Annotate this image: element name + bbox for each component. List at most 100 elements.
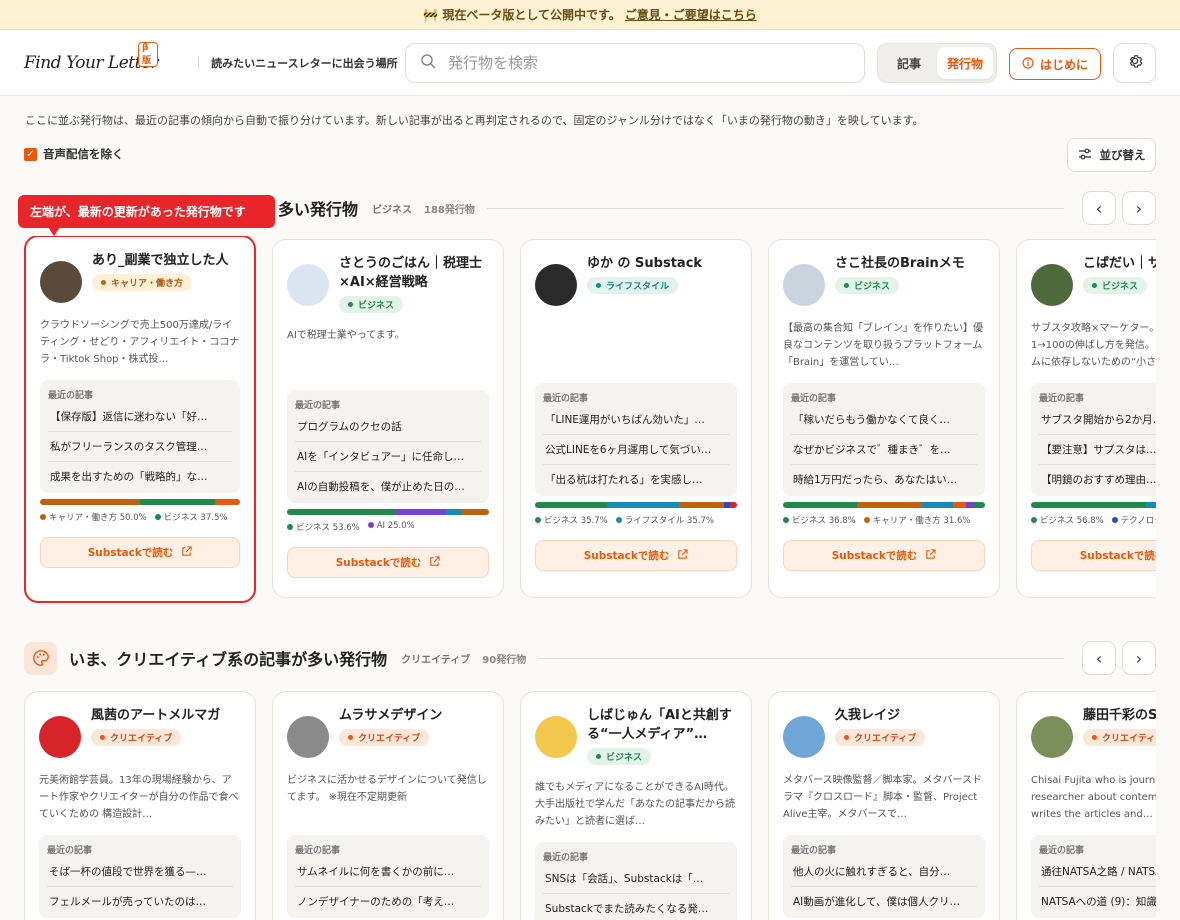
recent-article-link[interactable]: 「出る杭は打たれる」を実感し…: [543, 464, 729, 494]
recent-article-link[interactable]: 公式LINEを6ヶ月運用して気づい…: [543, 434, 729, 464]
read-on-substack-button[interactable]: Substackで読む: [783, 540, 985, 571]
legend-dot: [1111, 517, 1118, 523]
recent-article-link[interactable]: なぜかビジネスで゛種まき゛を…: [791, 434, 977, 464]
legend-item: テクノロジー: [1111, 514, 1156, 526]
recent-article-link[interactable]: 【保存版】返信に迷わない「好…: [48, 401, 232, 431]
publication-name[interactable]: あり_副業で独立した人: [92, 251, 229, 270]
card-header: こばだい｜サブスタ攻略ビジネス: [1031, 254, 1156, 306]
publication-description: メタバース映像監督／脚本家。メタバースドラマ『クロスロード』脚本・監督、Proj…: [783, 775, 982, 820]
recent-article-link[interactable]: フェルメールが売っていたのは…: [47, 886, 233, 916]
read-on-substack-button[interactable]: Substackで読む: [535, 540, 737, 571]
genre-breakdown-bar: [40, 499, 240, 505]
section-title: いま、クリエイティブ系の記事が多い発行物: [69, 650, 388, 669]
recent-article-link[interactable]: 通往NATSA之路 / NATSA…: [1039, 856, 1156, 886]
recent-article-link[interactable]: 他人の火に触れすぎると、自分…: [791, 856, 977, 886]
publication-name[interactable]: 藤田千彩のSubstack: [1083, 706, 1156, 725]
tab-publications[interactable]: 発行物: [937, 47, 993, 79]
latest-update-callout: 左端が、最新の更新があった発行物です: [18, 195, 275, 236]
genre-breakdown-segment: [783, 502, 858, 508]
recent-article-link[interactable]: 「稼いだらもう働かなくて良く…: [791, 404, 977, 434]
search-input[interactable]: [448, 54, 850, 72]
recent-article-link[interactable]: NATSAへの道 (9)：知識…: [1039, 886, 1156, 916]
recent-article-link[interactable]: サムネイルに何を書くかの前に…: [295, 856, 481, 886]
publication-card[interactable]: さこ社長のBrainメモ ビジネス 【最高の集合知「ブレイン」を作りたい】優良なコン…: [768, 239, 1000, 598]
publication-card[interactable]: こばだい｜サブスタ攻略ビジネスサブスタ攻略×マーケター。0→1より、1→100の…: [1016, 239, 1156, 598]
recent-article-link[interactable]: 私がフリーランスのタスク管理…: [48, 431, 232, 461]
publication-card[interactable]: 久我レイジ クリエイティブ メタバース映像監督／脚本家。メタバースドラマ『クロスロー…: [768, 691, 1000, 920]
publication-name[interactable]: さこ社長のBrainメモ: [835, 254, 965, 273]
genre-breakdown-segment: [215, 499, 240, 505]
read-on-substack-button[interactable]: Substackで読む: [1031, 540, 1156, 571]
prev-button[interactable]: ‹: [1082, 641, 1116, 675]
getting-started-label: はじめに: [1039, 57, 1088, 72]
genre-breakdown-legend: キャリア・働き方 50.0% ビジネス 37.5%: [40, 511, 240, 523]
recent-article-link[interactable]: サブスタ開始から2か月…: [1039, 404, 1156, 434]
sort-button[interactable]: 並び替え: [1067, 138, 1156, 172]
publication-name[interactable]: ゆか の Substack: [587, 254, 702, 273]
genre-tag: クリエイティブ: [339, 729, 430, 746]
genre-breakdown-segment: [461, 509, 489, 515]
publication-card[interactable]: あり_副業で独立した人 キャリア・働き方 クラウドソーシングで売上500万達成/ライ…: [24, 236, 256, 603]
logo[interactable]: Find Your Letter β版: [24, 41, 159, 73]
sliders-icon: [1078, 148, 1092, 163]
section-genre: ビジネス: [372, 204, 413, 216]
publication-description: 【最高の集合知「ブレイン」を作りたい】優良なコンテンツを取り扱うプラットフォーム…: [783, 323, 983, 368]
recent-article-link[interactable]: そば一杯の値段で世界を獲る—…: [47, 856, 233, 886]
card-header: しばじゅん「AIと共創する“一人メディア”… ビジネス: [535, 706, 737, 765]
publication-name[interactable]: しばじゅん「AIと共創する“一人メディア”…: [587, 706, 737, 744]
publication-card[interactable]: 風茜のアートメルマガ クリエイティブ 元美術館学芸員。13年の現場経験から、アート作…: [24, 691, 256, 920]
legend-dot: [367, 522, 374, 528]
getting-started-button[interactable]: はじめに: [1009, 48, 1101, 80]
recent-article-link[interactable]: プログラムのクセの話: [295, 411, 481, 441]
legend-label: ビジネス 56.8%: [1040, 516, 1104, 526]
recent-article-link[interactable]: AIを「インタビュアー」に任命し…: [295, 441, 481, 471]
recent-article-link[interactable]: 「LINE運用がいちばん効いた」…: [543, 404, 729, 434]
next-button[interactable]: ›: [1122, 191, 1156, 225]
recent-article-link[interactable]: 【明鏡のおすすめ理由…: [1039, 464, 1156, 494]
tab-articles[interactable]: 記事: [881, 47, 937, 79]
recent-articles: 最近の記事 サブスタ開始から2か月… 【要注意】サブスタは… 【明鏡のおすすめ理由…: [1031, 383, 1156, 496]
recent-article-link[interactable]: 【要注意】サブスタは…: [1039, 434, 1156, 464]
beta-text: 🚧 現在ベータ版として公開中です。: [423, 8, 621, 22]
publication-name[interactable]: ムラサメデザイン: [339, 706, 442, 725]
publication-card[interactable]: さとうのごはん｜税理士×AI×経営戦略 ビジネス AIで税理士業やってます。 最近の記…: [272, 239, 504, 598]
publication-name[interactable]: 風茜のアートメルマガ: [91, 706, 220, 725]
publication-name[interactable]: 久我レイジ: [835, 706, 925, 725]
settings-button[interactable]: [1113, 43, 1156, 83]
genre-breakdown-legend: ビジネス 35.7% ライフスタイル 35.7%: [535, 514, 737, 526]
recent-articles-label: 最近の記事: [791, 846, 837, 856]
publication-description: AIで税理士業やってます。: [287, 330, 405, 341]
exclude-audio-checkbox[interactable]: ✓ 音声配信を除く: [24, 146, 124, 162]
publication-name[interactable]: こばだい｜サブスタ攻略: [1083, 254, 1156, 273]
prev-button[interactable]: ‹: [1082, 191, 1116, 225]
publication-card[interactable]: 藤田千彩のSubstack クリエイティブ Chisai Fujita who is…: [1016, 691, 1156, 920]
recent-article-link[interactable]: ノンデザイナーのための「考え…: [295, 886, 481, 916]
publication-name[interactable]: さとうのごはん｜税理士×AI×経営戦略: [339, 254, 489, 292]
publication-card[interactable]: ムラサメデザイン クリエイティブ ビジネスに活かせるデザインについて発信してます。 …: [272, 691, 504, 920]
read-label: Substackで読む: [335, 557, 422, 569]
genre-breakdown-bar: [783, 502, 985, 508]
avatar: [39, 716, 81, 758]
genre-breakdown-segment: [1031, 502, 1146, 508]
legend-label: ビジネス 37.5%: [163, 513, 228, 523]
feedback-link[interactable]: ご意見・ご要望はこちら: [625, 6, 757, 23]
chevron-right-icon: ›: [1135, 198, 1143, 218]
legend-item: AI 25.0%: [367, 521, 415, 533]
recent-article-link[interactable]: 時給1万円だったら、あなたはい…: [791, 464, 977, 494]
recent-article-link[interactable]: AI動画が進化して、僕は個人クリ…: [791, 886, 977, 916]
search-box[interactable]: [405, 43, 865, 83]
recent-article-link[interactable]: AIの自動投稿を、僕が止めた日の…: [295, 471, 481, 501]
next-button[interactable]: ›: [1122, 641, 1156, 675]
card-header: あり_副業で独立した人 キャリア・働き方: [40, 251, 240, 303]
recent-article-link[interactable]: SNSは「会話」、Substackは「…: [543, 863, 729, 893]
genre-dot: [348, 302, 353, 307]
read-on-substack-button[interactable]: Substackで読む: [40, 537, 240, 568]
publication-card[interactable]: ゆか の Substack ライフスタイル 最近の記事 「LINE運用がいちばん効いた…: [520, 239, 752, 598]
recent-article-link[interactable]: Substackでまた読みたくなる発…: [543, 893, 729, 920]
read-on-substack-button[interactable]: Substackで読む: [287, 547, 489, 578]
genre-dot: [1092, 735, 1097, 740]
chevron-right-icon: ›: [1135, 648, 1143, 668]
genre-breakdown-legend: ビジネス 53.6% AI 25.0%: [287, 521, 489, 533]
recent-article-link[interactable]: 成果を出すための「戦略的」な…: [48, 461, 232, 491]
publication-card[interactable]: しばじゅん「AIと共創する“一人メディア”… ビジネス 誰でもメディアになることがで…: [520, 691, 752, 920]
